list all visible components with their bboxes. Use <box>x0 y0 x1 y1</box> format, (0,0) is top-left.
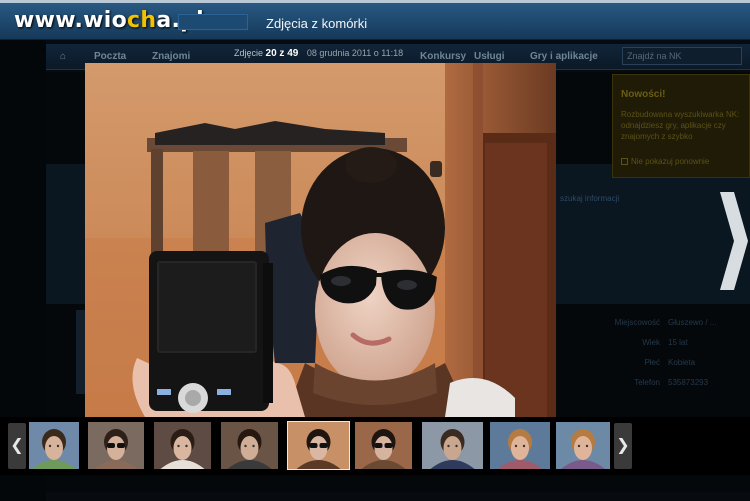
thumbnail-image <box>556 422 610 469</box>
nav-item-gry[interactable]: Gry i aplikacje <box>530 51 598 62</box>
photo-counter-label: Zdjęcie <box>234 48 264 58</box>
nav-search-input[interactable]: Znajdź na NK <box>622 47 742 65</box>
profile-row: Telefon 535873293 <box>600 378 708 387</box>
thumbnail-image <box>29 422 79 469</box>
thumbnail-image <box>221 422 278 469</box>
thumbnail-strip: ❮ ❯ <box>0 417 750 475</box>
nav-item-uslugi[interactable]: Usługi <box>474 51 505 62</box>
profile-row: Płeć Kobieta <box>600 358 695 367</box>
next-photo-arrow[interactable] <box>716 188 750 294</box>
profile-row-value: 15 lat <box>668 338 688 347</box>
home-icon[interactable]: ⌂ <box>60 51 66 62</box>
profile-row-label: Miejscowość <box>614 318 660 327</box>
header-search-field[interactable] <box>178 14 248 30</box>
profile-row-label: Płeć <box>644 358 660 367</box>
thumbnail[interactable] <box>88 422 144 469</box>
profile-row-value: 535873293 <box>668 378 709 387</box>
photo-date: 08 grudnia 2011 o 11:18 <box>306 48 404 58</box>
news-notification: Nowości! Rozbudowana wyszukiwarka NK: od… <box>612 74 750 178</box>
profile-search-link[interactable]: szukaj informacji <box>560 194 619 203</box>
nav-item-poczta[interactable]: Poczta <box>94 51 126 62</box>
thumbnail[interactable] <box>355 422 412 469</box>
thumbnail[interactable] <box>490 422 550 469</box>
photo-counter-value: 20 z 49 <box>265 48 299 59</box>
thumbnail[interactable] <box>154 422 211 469</box>
thumbnail[interactable] <box>287 421 350 470</box>
profile-row-value: Kobieta <box>668 358 696 367</box>
album-title: Zdjęcia z komórki <box>266 16 368 31</box>
thumbnail-image <box>422 422 483 469</box>
site-watermark: www.wiocha.pl <box>14 8 204 33</box>
thumbs-prev-button[interactable]: ❮ <box>8 423 26 469</box>
header-topline <box>0 0 750 3</box>
thumbnail-image <box>154 422 211 469</box>
notification-body: Rozbudowana wyszukiwarka NK: odnajdziesz… <box>621 110 740 141</box>
checkbox-icon[interactable] <box>621 158 628 165</box>
thumbnail-image <box>490 422 550 469</box>
thumbnail-image <box>355 422 412 469</box>
notification-dismiss-checkbox[interactable]: Nie pokazuj ponownie <box>621 157 709 166</box>
watermark-prefix: www.wio <box>14 8 128 33</box>
thumbnail-image <box>88 422 144 469</box>
thumbnail[interactable] <box>556 422 610 469</box>
profile-row: Wiek 15 lat <box>600 338 688 347</box>
thumbnail-image <box>288 422 349 469</box>
profile-row-label: Telefon <box>634 378 660 387</box>
nav-item-konkursy[interactable]: Konkursy <box>420 51 466 62</box>
thumbs-next-button[interactable]: ❯ <box>614 423 632 469</box>
profile-row-label: Wiek <box>642 338 660 347</box>
profile-row: Miejscowość Głuszewo / ... <box>600 318 717 327</box>
notification-title: Nowości! <box>621 89 666 100</box>
main-photo-image <box>85 63 556 417</box>
thumbnail[interactable] <box>29 422 79 469</box>
photo-counter: Zdjęcie 20 z 49 08 grudnia 2011 o 11:18 <box>234 48 403 59</box>
main-photo[interactable] <box>85 63 556 417</box>
thumbnail[interactable] <box>221 422 278 469</box>
watermark-smiley: ch <box>127 8 157 33</box>
site-header: www.wiocha.pl Zdjęcia z komórki <box>0 0 750 40</box>
chevron-right-icon[interactable] <box>716 188 750 294</box>
notification-checkbox-label: Nie pokazuj ponownie <box>631 157 710 166</box>
profile-row-value: Głuszewo / ... <box>668 318 717 327</box>
nav-item-znajomi[interactable]: Znajomi <box>152 51 190 62</box>
thumbnail[interactable] <box>422 422 483 469</box>
